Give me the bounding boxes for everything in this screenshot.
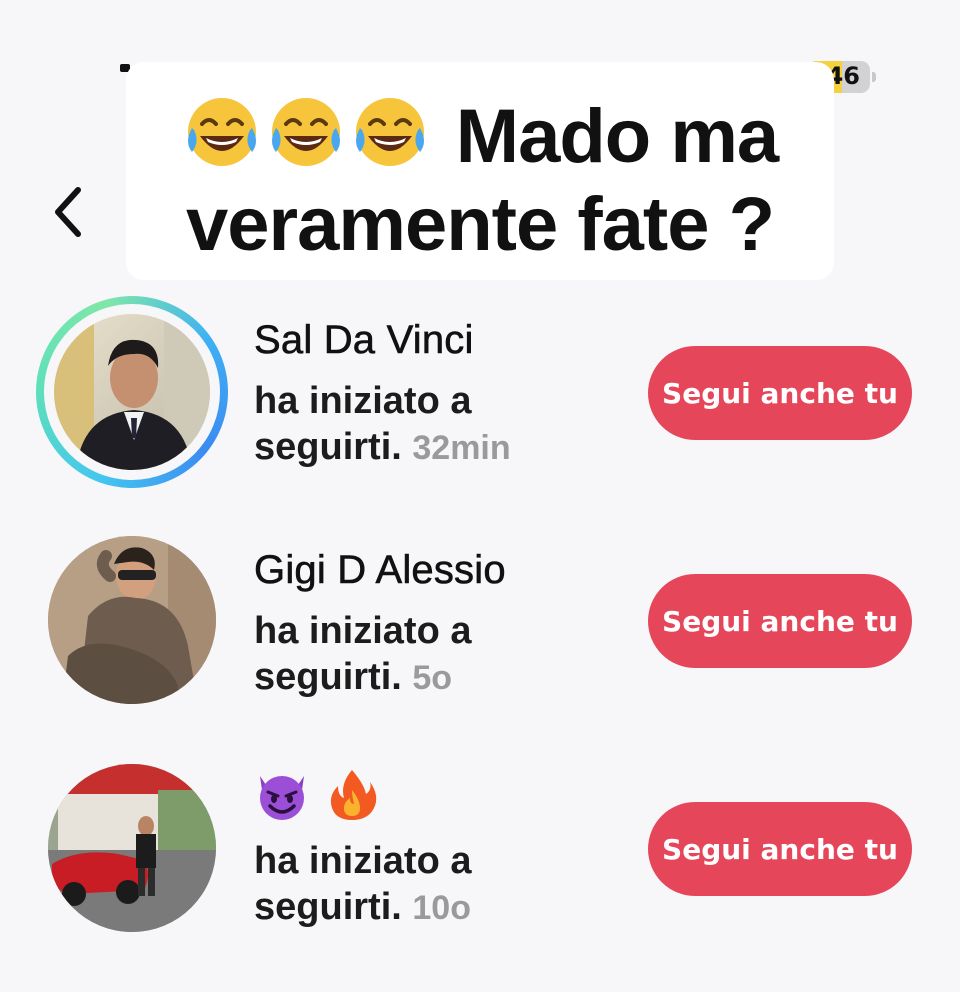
follow-back-button[interactable]: Segui anche tu <box>648 346 912 440</box>
caption-emojis <box>182 90 434 190</box>
caption-line-1: Mado ma <box>126 90 834 190</box>
smiling-devil-emoji-icon <box>260 776 304 820</box>
avatar[interactable] <box>48 536 216 704</box>
notification-time: 32min <box>412 429 511 467</box>
notification-username[interactable]: Gigi D Alessio <box>254 548 506 593</box>
notification-message: ha iniziato a seguirti. 32min <box>254 378 614 471</box>
person-photo <box>54 314 210 470</box>
battery-nub <box>872 72 876 82</box>
caption-text-1: Mado ma <box>455 94 779 179</box>
notification-row: Sal Da Vinci ha iniziato a seguirti. 32m… <box>0 296 960 496</box>
fire-emoji-icon <box>330 770 377 820</box>
laughing-emoji-icon <box>187 98 256 166</box>
follow-back-button[interactable]: Segui anche tu <box>648 802 912 896</box>
notification-username[interactable]: Sal Da Vinci <box>254 318 474 363</box>
person-photo <box>48 536 216 704</box>
notification-time: 10o <box>412 889 471 927</box>
notification-row: Gigi D Alessio ha iniziato a seguirti. 5… <box>0 530 960 730</box>
caption-text-2: veramente fate ? <box>185 182 775 267</box>
notification-message: ha iniziato a seguirti. 5o <box>254 608 614 701</box>
notification-row: ha iniziato a seguirti. 10o Segui anche … <box>0 760 960 960</box>
notification-username[interactable] <box>254 766 394 822</box>
caption-line-2: veramente fate ? <box>126 180 834 270</box>
laughing-emoji-icon <box>271 98 340 166</box>
avatar[interactable] <box>48 764 216 932</box>
notification-time: 5o <box>412 659 453 697</box>
laughing-emoji-icon <box>355 98 424 166</box>
caption-overlay: Mado ma veramente fate ? <box>126 62 834 280</box>
back-button[interactable] <box>40 180 96 244</box>
follow-back-button[interactable]: Segui anche tu <box>648 574 912 668</box>
notification-message: ha iniziato a seguirti. 10o <box>254 838 614 931</box>
avatar[interactable] <box>54 314 210 470</box>
person-photo <box>48 764 216 932</box>
chevron-left-icon <box>55 187 81 237</box>
